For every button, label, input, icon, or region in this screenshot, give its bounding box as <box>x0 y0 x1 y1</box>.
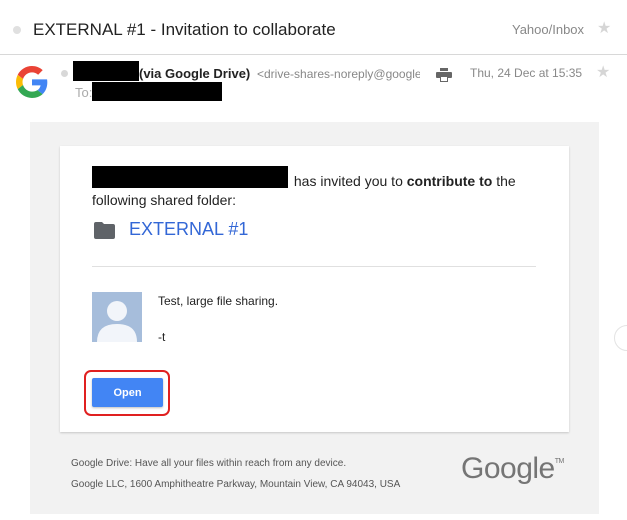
sender-via: (via Google Drive) <box>139 66 251 81</box>
trademark-mark: TM <box>554 458 565 465</box>
recipient-label: To: <box>75 85 93 100</box>
email-date: Thu, 24 Dec at 15:35 <box>470 66 583 80</box>
redacted-recipient <box>92 82 222 101</box>
redacted-sender-name <box>73 61 139 81</box>
footer-address: Google LLC, 1600 Amphitheatre Parkway, M… <box>71 479 401 490</box>
person-avatar-icon <box>92 292 142 342</box>
sender-status-dot-icon <box>61 70 68 77</box>
folder-path[interactable]: Yahoo/Inbox <box>512 22 584 37</box>
divider <box>0 54 627 55</box>
google-logo-text: Google <box>461 452 555 485</box>
invite-permission: contribute to <box>406 173 493 189</box>
sender-address[interactable]: <drive-shares-noreply@google.com> <box>257 67 420 81</box>
google-logo: GoogleTM <box>461 452 564 486</box>
email-subject: EXTERNAL #1 - Invitation to collaborate <box>33 20 336 39</box>
folder-icon <box>94 222 115 239</box>
invitation-message: has invited you to contribute to the fol… <box>92 172 532 210</box>
scroll-next-button[interactable] <box>614 325 627 351</box>
shared-folder-link[interactable]: EXTERNAL #1 <box>129 219 248 240</box>
message-line: -t <box>158 330 166 344</box>
invite-text-start: has invited you to <box>293 173 403 189</box>
divider <box>92 266 536 267</box>
star-icon[interactable]: ★ <box>596 65 610 81</box>
footer-tagline: Google Drive: Have all your files within… <box>71 458 347 469</box>
star-icon[interactable]: ★ <box>597 21 611 37</box>
open-button[interactable]: Open <box>92 378 163 407</box>
print-icon[interactable] <box>436 68 452 82</box>
message-line: Test, large file sharing. <box>158 294 279 308</box>
google-g-icon <box>16 66 48 98</box>
unread-dot-icon <box>13 26 21 34</box>
